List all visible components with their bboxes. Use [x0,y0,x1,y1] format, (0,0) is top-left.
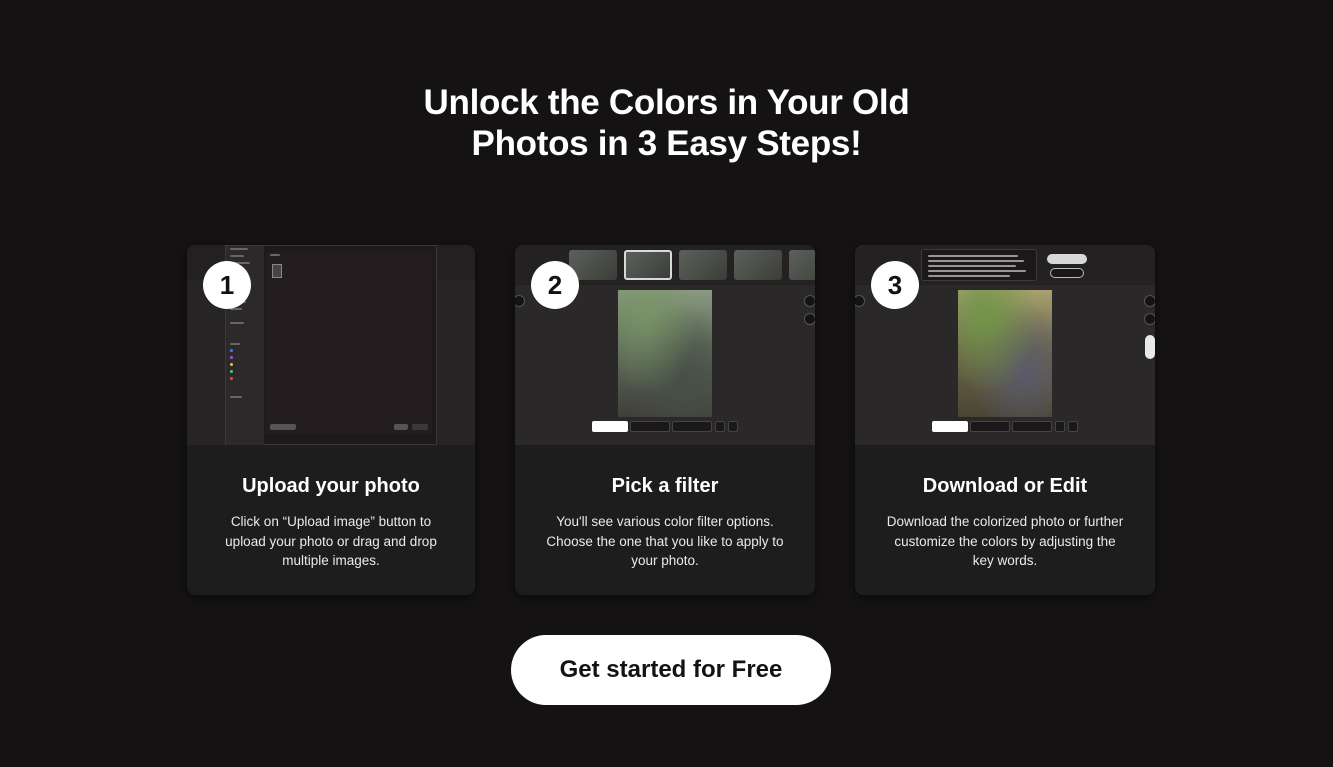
steps-section: Unlock the Colors in Your Old Photos in … [0,0,1333,767]
step-description: Click on “Upload image” button to upload… [225,514,437,568]
download-screenshot: 3 [855,245,1155,445]
menu-icon [515,295,525,307]
colorized-photo-preview [958,290,1052,417]
credit-button [1012,421,1052,432]
sliders-icon [804,313,815,325]
done-icon [970,421,1010,432]
headline-line-2: Photos in 3 Easy Steps! [471,124,862,163]
info-icon [715,421,725,432]
step-title: Download or Edit [922,475,1088,497]
new-image-button [932,421,968,432]
copy-icon [1068,421,1078,432]
step-description: You'll see various color filter options.… [546,514,784,568]
zoom-slider [1145,335,1155,359]
step-number-badge: 3 [871,261,919,309]
prompt-box [921,249,1037,281]
palette-icon [1144,295,1155,307]
palette-icon [804,295,815,307]
step-number-badge: 1 [203,261,251,309]
filtered-photo-preview [618,290,712,417]
step-number-badge: 2 [531,261,579,309]
copy-icon [728,421,738,432]
filter-screenshot: 2 [515,245,815,445]
get-started-button[interactable]: Get started for Free [511,635,831,705]
step-card-download: 3 Download or Edit Download the colorize… [855,245,1155,595]
step-description: Download the colorized photo or further … [886,514,1124,568]
new-image-button [592,421,628,432]
section-headline: Unlock the Colors in Your Old Photos in … [0,82,1333,164]
step-card-upload: 1 Upload your photo Click on “Upload ima… [187,245,475,595]
file-picker-window [225,245,437,445]
download-button [630,421,670,432]
headline-line-1: Unlock the Colors in Your Old [423,83,910,122]
edit-prompt-button [1047,254,1087,264]
step-title: Upload your photo [242,475,420,497]
sliders-icon [1144,313,1155,325]
step-title: Pick a filter [611,475,719,497]
credit-button [672,421,712,432]
upload-screenshot: 1 [187,245,475,445]
info-icon [1055,421,1065,432]
step-card-filter: 2 Pick a filter You'll see various color… [515,245,815,595]
menu-icon [855,295,865,307]
surprise-me-button [1050,268,1084,278]
